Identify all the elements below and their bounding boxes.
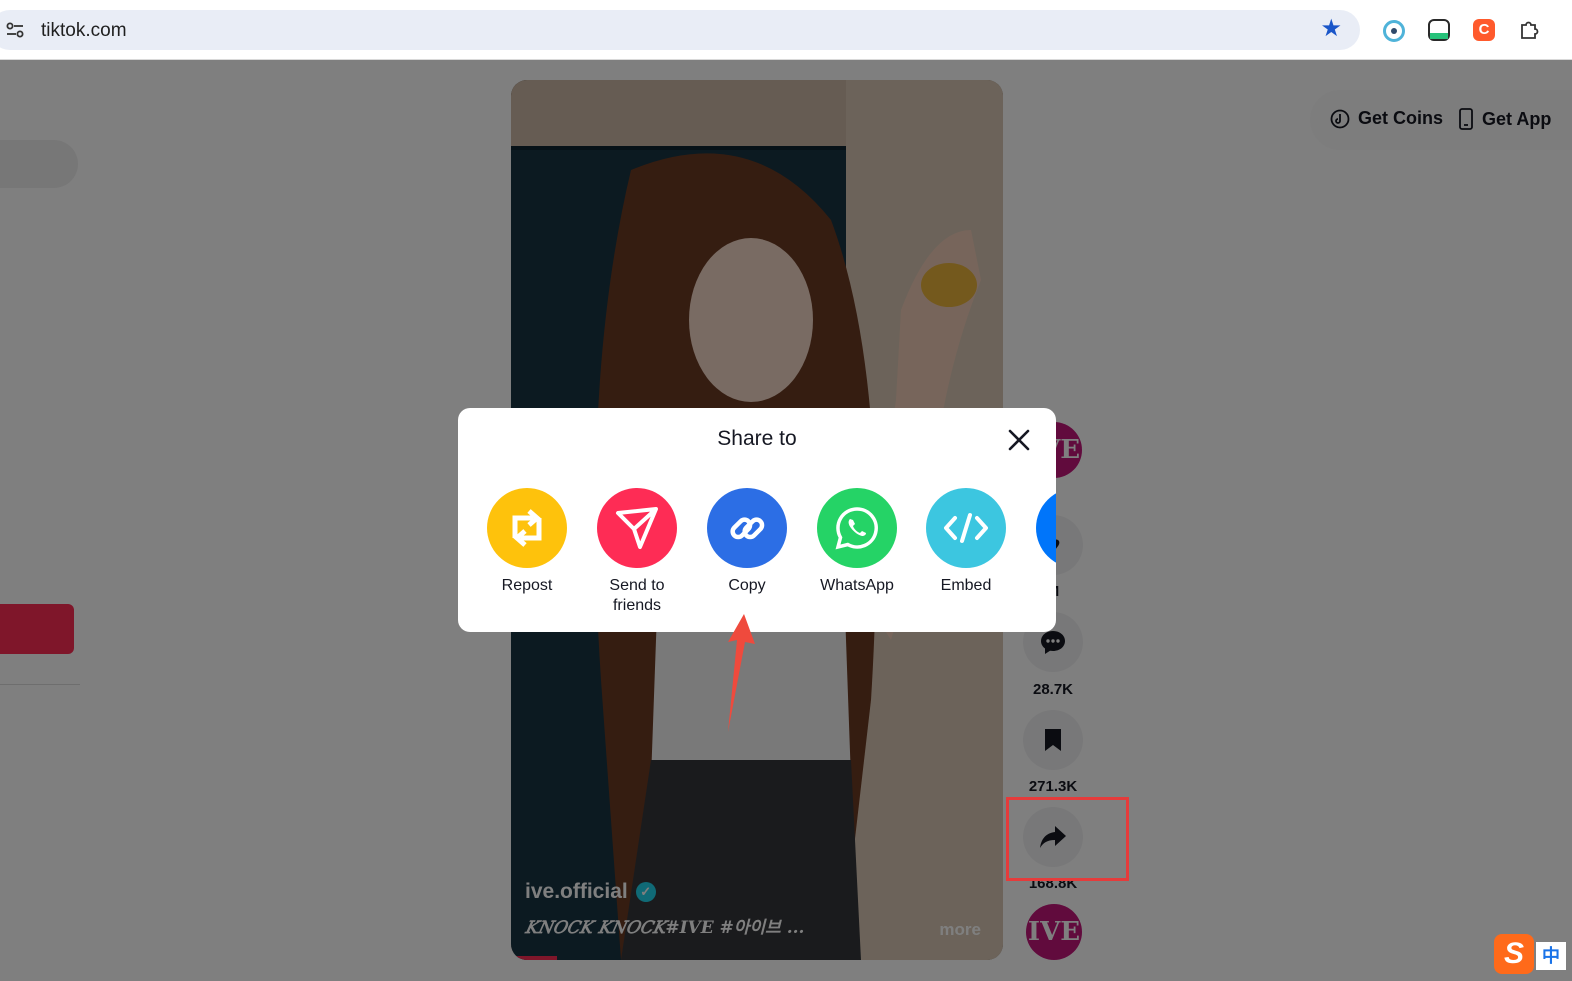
site-settings-icon[interactable] bbox=[6, 22, 24, 38]
annotation-highlight-box bbox=[1006, 797, 1129, 881]
share-option-label: Copy bbox=[728, 577, 766, 594]
address-bar[interactable]: tiktok.com ★ bbox=[0, 10, 1360, 50]
robot-extension-icon[interactable] bbox=[1428, 19, 1450, 41]
c-extension-icon[interactable]: C bbox=[1473, 19, 1495, 41]
ime-toolbar[interactable]: S 中 bbox=[1494, 934, 1572, 974]
share-option-label: Send to friends bbox=[609, 577, 665, 614]
repost-icon[interactable] bbox=[487, 488, 567, 568]
embed-icon[interactable] bbox=[926, 488, 1006, 568]
share-option-whatsapp[interactable]: WhatsApp bbox=[807, 488, 907, 596]
ime-logo[interactable]: S bbox=[1494, 934, 1534, 974]
share-option-label: WhatsApp bbox=[820, 577, 894, 594]
share-option-send-to-friends[interactable]: Send to friends bbox=[587, 488, 687, 616]
browser-toolbar: tiktok.com ★ C bbox=[0, 0, 1572, 60]
close-icon[interactable] bbox=[1005, 426, 1033, 454]
puzzle-extensions-icon[interactable] bbox=[1519, 19, 1541, 41]
share-modal-title: Share to bbox=[717, 427, 797, 450]
facebook-icon[interactable] bbox=[1036, 488, 1056, 568]
whatsapp-icon[interactable] bbox=[817, 488, 897, 568]
share-option-label: Fa bbox=[1026, 576, 1056, 596]
ime-mode-toggle[interactable]: 中 bbox=[1536, 942, 1566, 970]
share-option-embed[interactable]: Embed bbox=[916, 488, 1016, 596]
share-option-repost[interactable]: Repost bbox=[477, 488, 577, 596]
share-option-facebook[interactable]: Fa bbox=[1026, 488, 1056, 596]
url-text[interactable]: tiktok.com bbox=[41, 20, 127, 42]
share-option-label: Repost bbox=[501, 577, 553, 594]
share-modal: Share to Repost Send to friends Copy Wha… bbox=[458, 408, 1056, 632]
share-option-label: Embed bbox=[940, 577, 992, 594]
share-option-copy[interactable]: Copy bbox=[697, 488, 797, 596]
eye-extension-icon[interactable] bbox=[1383, 20, 1405, 42]
send-icon[interactable] bbox=[597, 488, 677, 568]
bookmark-star-icon[interactable]: ★ bbox=[1320, 17, 1342, 41]
link-icon[interactable] bbox=[707, 488, 787, 568]
